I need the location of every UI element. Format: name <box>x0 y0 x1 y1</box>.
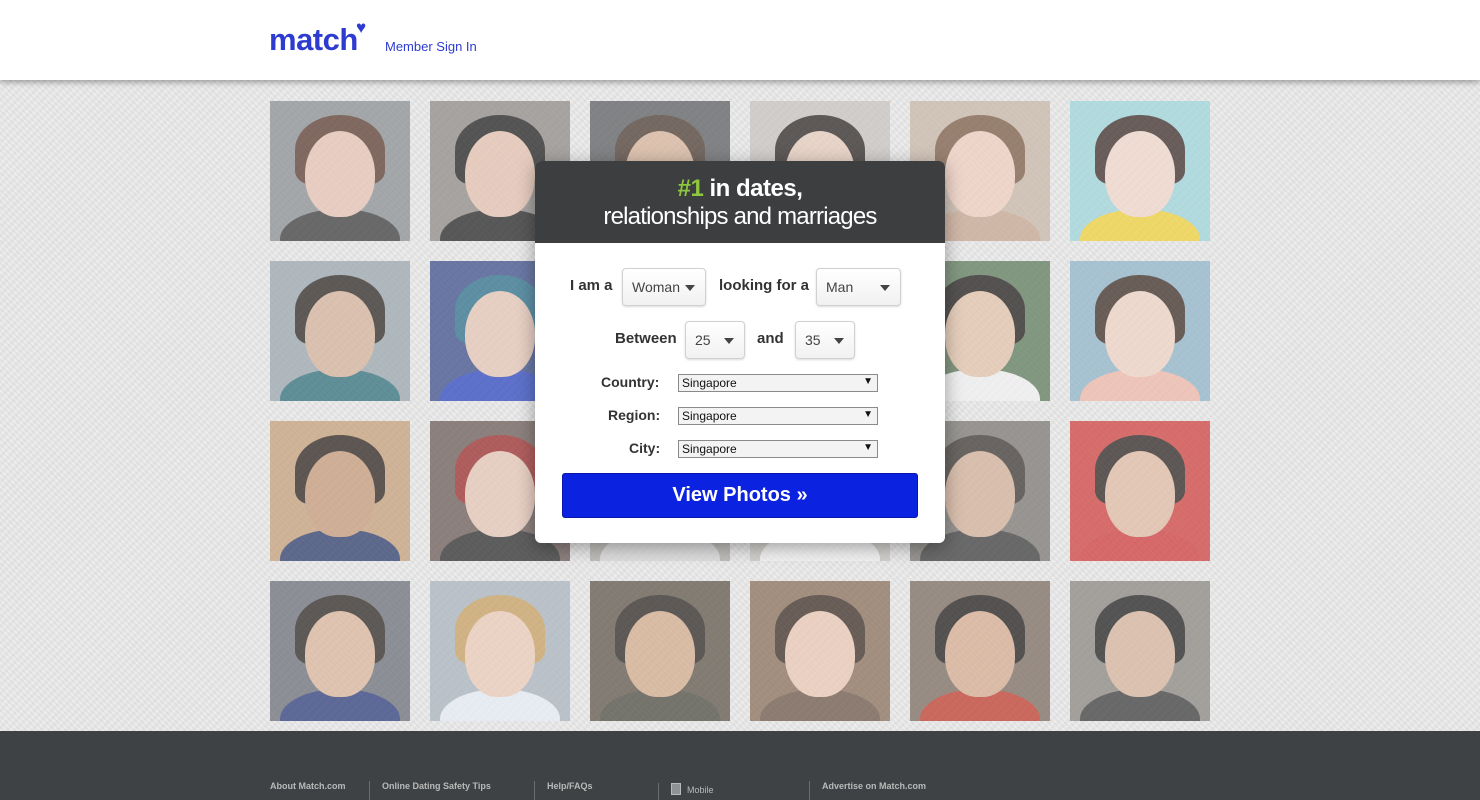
profile-photo[interactable] <box>590 581 730 721</box>
profile-photo[interactable] <box>1070 261 1210 401</box>
photo-face-shape <box>945 131 1015 217</box>
footer-about-link[interactable]: About Match.com <box>270 781 346 800</box>
heart-icon: ♥ <box>356 18 366 37</box>
modal-headline: #1 in dates, <box>535 175 945 203</box>
age-min-value: 25 <box>695 332 711 348</box>
logo-text: match <box>269 22 358 57</box>
caret-down-icon <box>724 338 734 344</box>
city-label: City: <box>629 440 661 456</box>
city-value: Singapore <box>682 442 737 456</box>
photo-face-shape <box>305 291 375 377</box>
photo-face-shape <box>305 611 375 697</box>
profile-photo[interactable] <box>270 421 410 561</box>
footer-safety-link[interactable]: Online Dating Safety Tips <box>369 781 491 800</box>
match-logo[interactable]: match ♥ <box>269 18 366 58</box>
seeking-value: Man <box>826 279 854 295</box>
profile-photo[interactable] <box>270 101 410 241</box>
between-label: Between <box>615 330 677 347</box>
member-sign-in-link[interactable]: Member Sign In <box>385 39 477 54</box>
headline-text: in dates, <box>703 175 803 202</box>
footer-advertise-link[interactable]: Advertise on Match.com <box>809 781 926 800</box>
looking-for-label: looking for a <box>719 277 809 294</box>
profile-photo[interactable] <box>270 261 410 401</box>
mobile-icon <box>671 783 681 795</box>
photo-face-shape <box>785 611 855 697</box>
country-label: Country: <box>601 374 660 390</box>
headline-number: #1 <box>677 175 704 202</box>
profile-photo[interactable] <box>1070 421 1210 561</box>
and-label: and <box>757 330 784 347</box>
age-min-dropdown[interactable]: 25 <box>685 321 745 359</box>
photo-face-shape <box>945 451 1015 537</box>
profile-photo[interactable] <box>1070 581 1210 721</box>
gender-value: Woman <box>632 279 680 295</box>
photo-face-shape <box>1105 131 1175 217</box>
caret-down-icon <box>834 338 844 344</box>
photo-face-shape <box>1105 291 1175 377</box>
photo-face-shape <box>465 291 535 377</box>
i-am-label: I am a <box>570 277 613 294</box>
region-value: Singapore <box>682 409 737 423</box>
city-select[interactable]: Singapore ▼ <box>678 440 878 458</box>
profile-photo[interactable] <box>430 581 570 721</box>
photo-face-shape <box>465 451 535 537</box>
country-value: Singapore <box>682 376 737 390</box>
modal-subline: relationships and marriages <box>603 203 877 230</box>
caret-down-icon <box>880 285 890 291</box>
footer-mobile-link[interactable]: Mobile <box>658 783 714 800</box>
profile-photo[interactable] <box>270 581 410 721</box>
region-select[interactable]: Singapore ▼ <box>678 407 878 425</box>
profile-photo[interactable] <box>750 581 890 721</box>
photo-face-shape <box>1105 611 1175 697</box>
photo-face-shape <box>465 131 535 217</box>
gender-dropdown[interactable]: Woman <box>622 268 706 306</box>
footer-help-link[interactable]: Help/FAQs <box>534 781 593 800</box>
site-header: match ♥ Member Sign In <box>0 0 1480 80</box>
profile-photo[interactable] <box>910 581 1050 721</box>
photo-face-shape <box>305 451 375 537</box>
caret-down-icon <box>685 285 695 291</box>
triangle-down-icon: ▼ <box>863 409 873 420</box>
country-select[interactable]: Singapore ▼ <box>678 374 878 392</box>
age-max-dropdown[interactable]: 35 <box>795 321 855 359</box>
photo-face-shape <box>625 611 695 697</box>
site-footer: About Match.com Online Dating Safety Tip… <box>0 731 1480 800</box>
search-modal: #1 in dates, relationships and marriages… <box>535 161 945 543</box>
footer-mobile-label: Mobile <box>687 785 714 795</box>
age-max-value: 35 <box>805 332 821 348</box>
photo-face-shape <box>945 611 1015 697</box>
region-label: Region: <box>608 407 661 423</box>
photo-face-shape <box>465 611 535 697</box>
view-photos-button[interactable]: View Photos » <box>562 473 918 518</box>
triangle-down-icon: ▼ <box>863 442 873 453</box>
photo-face-shape <box>1105 451 1175 537</box>
modal-header: #1 in dates, relationships and marriages <box>535 161 945 243</box>
profile-photo[interactable] <box>1070 101 1210 241</box>
seeking-dropdown[interactable]: Man <box>816 268 901 306</box>
photo-face-shape <box>945 291 1015 377</box>
photo-face-shape <box>305 131 375 217</box>
triangle-down-icon: ▼ <box>863 376 873 387</box>
